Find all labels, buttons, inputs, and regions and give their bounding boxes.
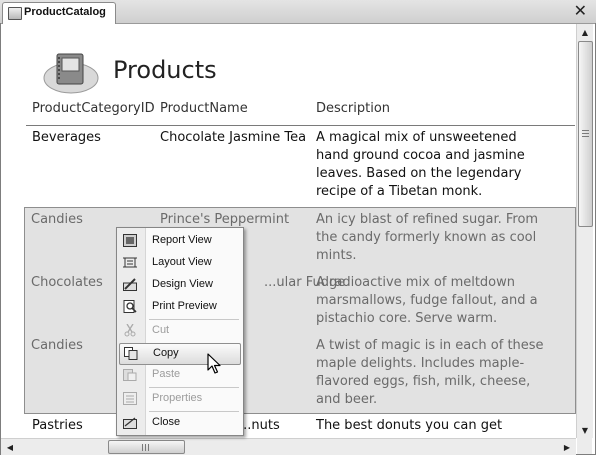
report-view-icon (123, 234, 137, 247)
scroll-down-icon[interactable]: ▼ (577, 422, 593, 438)
paste-icon (123, 369, 137, 381)
cell-category: Chocolates (31, 275, 103, 290)
selected-rows[interactable]: Candies Prince's Peppermint An icy blast… (24, 207, 576, 414)
cell-description: A radioactive mix of meltdown marsmallow… (316, 275, 538, 326)
column-header-name: ProductName (160, 101, 248, 116)
horizontal-scrollbar[interactable]: ◀ ▶ (1, 438, 576, 455)
tab-label: ProductCatalog (24, 6, 106, 18)
menu-item-cut[interactable]: Cut (119, 321, 239, 341)
page-title: Products (113, 56, 217, 84)
scroll-left-icon[interactable]: ◀ (2, 439, 18, 455)
copy-icon (124, 347, 138, 360)
close-view-icon (123, 417, 137, 429)
menu-item-report-view[interactable]: Report View (119, 231, 239, 251)
cell-category: Beverages (32, 130, 101, 145)
menu-item-properties[interactable]: Properties (119, 389, 239, 409)
layout-view-icon (123, 257, 137, 268)
vertical-scrollbar[interactable]: ▲ ▼ (576, 24, 593, 438)
menu-item-copy[interactable]: Copy (119, 343, 241, 365)
menu-item-close[interactable]: Close (119, 413, 239, 433)
cell-description: The best donuts you can get (316, 418, 503, 433)
cell-name: ...nuts (239, 418, 280, 433)
menu-item-layout-view[interactable]: Layout View (119, 253, 239, 273)
properties-icon (123, 392, 137, 405)
scroll-up-icon[interactable]: ▲ (577, 24, 593, 40)
scrollbar-corner (577, 438, 592, 454)
horizontal-scroll-thumb[interactable] (108, 440, 185, 454)
column-header-category: ProductCategoryID (32, 101, 155, 116)
scroll-right-icon[interactable]: ▶ (559, 439, 575, 455)
form-tab-icon (8, 7, 22, 20)
scissors-icon (124, 324, 136, 337)
cell-category: Candies (31, 338, 83, 353)
menu-separator (149, 319, 239, 320)
menu-separator (149, 387, 239, 388)
menu-item-paste[interactable]: Paste (119, 365, 239, 385)
column-header-description: Description (316, 101, 391, 116)
menu-separator (149, 411, 239, 412)
context-menu: Report View Layout View Design View Prin… (116, 227, 244, 436)
design-view-icon (123, 278, 137, 291)
print-preview-icon (123, 300, 137, 313)
tab-product-catalog[interactable]: ProductCatalog (2, 2, 116, 24)
cell-category: Candies (31, 212, 83, 227)
cell-name: Chocolate Jasmine Tea (160, 130, 307, 145)
cell-description: A twist of magic is in each of these map… (316, 338, 544, 407)
cell-category: Pastries (32, 418, 83, 433)
vertical-scroll-thumb[interactable] (578, 41, 593, 227)
close-document-icon[interactable]: ✕ (574, 1, 587, 20)
menu-item-design-view[interactable]: Design View (119, 275, 239, 295)
cell-description: An icy blast of refined sugar. From the … (316, 212, 539, 263)
document-tab-strip: ProductCatalog ✕ (0, 0, 596, 24)
menu-item-print-preview[interactable]: Print Preview (119, 297, 239, 317)
mouse-cursor-icon (207, 353, 221, 374)
header-divider (26, 125, 575, 126)
form-icon (43, 53, 99, 94)
cell-description: A magical mix of unsweetened hand ground… (316, 130, 525, 199)
